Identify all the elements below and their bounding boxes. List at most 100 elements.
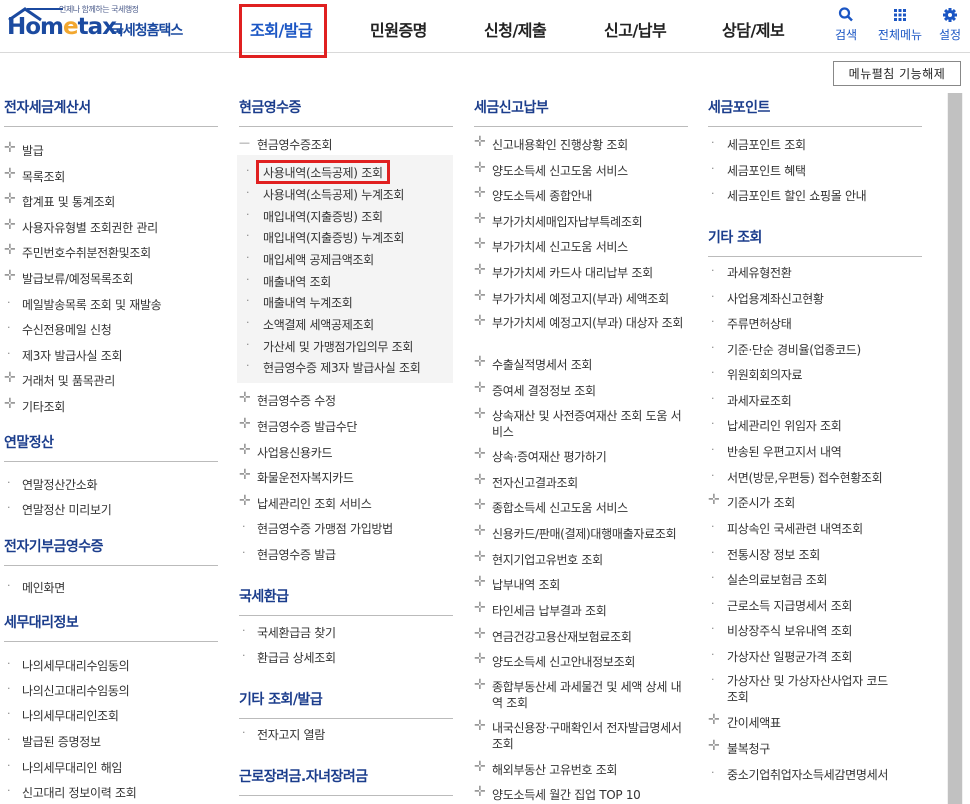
menu-item[interactable]: 발급 <box>22 142 44 159</box>
menu-item[interactable]: 양도소득세 신고도움 서비스 <box>492 162 628 179</box>
menu-item[interactable]: 메인화면 <box>22 579 65 596</box>
submenu-item[interactable]: 매입내역(지출증빙) 조회 <box>263 208 383 225</box>
menu-item[interactable]: 나의세무대리인 해임 <box>22 759 122 776</box>
menu-item[interactable]: 위원회회의자료 <box>727 366 802 383</box>
menu-item[interactable]: 연말정산간소화 <box>22 476 97 493</box>
menu-item[interactable]: 사용자유형별 조회권한 관리 <box>22 219 158 236</box>
menu-item[interactable]: 증여세 결정정보 조회 <box>492 382 596 399</box>
menu-item[interactable]: 나의세무대리인조회 <box>22 707 119 724</box>
menu-item[interactable]: 반송된 우편고지서 내역 <box>727 443 842 460</box>
all-menu-button[interactable]: 전체메뉴 <box>874 6 926 43</box>
menu-item[interactable]: 납세관리인 조회 서비스 <box>257 495 372 512</box>
menu-item[interactable]: 주민번호수취분전환및조회 <box>22 244 151 261</box>
menu-item[interactable]: 부가가치세 예정고지(부과) 대상자 조회 <box>492 315 688 331</box>
menu-item[interactable]: 양도소득세 월간 집업 TOP 10 <box>492 786 641 803</box>
menu-item[interactable]: 종합소득세 신고도움 서비스 <box>492 499 628 516</box>
menu-item[interactable]: 신고대리 정보이력 조회 <box>22 784 137 801</box>
menu-item[interactable]: 양도소득세 종합안내 <box>492 187 592 204</box>
menu-item[interactable]: 내국신용장·구매확인서 전자발급명세서 조회 <box>492 720 688 752</box>
menu-item-cash-receipt-inquiry[interactable]: 현금영수증조회 <box>257 136 332 153</box>
menu-item[interactable]: 부가가치세매입자납부특례조회 <box>492 213 643 230</box>
menu-item[interactable]: 기타조회 <box>22 398 65 415</box>
menu-item[interactable]: 사업용계좌신고현황 <box>727 290 824 307</box>
menu-item[interactable]: 상속·증여재산 평가하기 <box>492 448 607 465</box>
menu-item[interactable]: 수출실적명세서 조회 <box>492 356 592 373</box>
settings-button[interactable]: 설정 <box>936 6 964 43</box>
menu-item[interactable]: 중소기업취업자소득세감면명세서 <box>727 766 888 783</box>
scrollbar-thumb[interactable] <box>948 93 962 804</box>
submenu-item[interactable]: 현금영수증 제3자 발급사실 조회 <box>263 359 421 376</box>
menu-item[interactable]: 제3자 발급사실 조회 <box>22 347 123 364</box>
menu-item[interactable]: 나의신고대리수임동의 <box>22 682 130 699</box>
menu-item[interactable]: 신고내용확인 진행상황 조회 <box>492 136 628 153</box>
menu-item[interactable]: 피상속인 국세관련 내역조회 <box>727 520 863 537</box>
menu-item[interactable]: 부가가치세 카드사 대리납부 조회 <box>492 264 653 281</box>
menu-item[interactable]: 현금영수증 가맹점 가입방법 <box>257 520 393 537</box>
menu-item[interactable]: 간이세액표 <box>727 714 781 731</box>
nav-application-submission[interactable]: 신청/제출 <box>484 17 547 41</box>
menu-item[interactable]: 목록조회 <box>22 168 65 185</box>
menu-item[interactable]: 연금건강고용산재보험료조회 <box>492 628 632 645</box>
menu-item[interactable]: 가상자산 및 가상자산사업자 코드 조회 <box>727 673 897 705</box>
menu-item[interactable]: 기준·단순 경비율(업종코드) <box>727 341 861 358</box>
menu-item[interactable]: 납부내역 조회 <box>492 576 560 593</box>
menu-item[interactable]: 메일발송목록 조회 및 재발송 <box>22 296 162 313</box>
menu-item[interactable]: 납세관리인 위임자 조회 <box>727 417 842 434</box>
menu-item[interactable]: 현금영수증 발급수단 <box>257 418 357 435</box>
bullet-icon: · <box>711 766 715 779</box>
menu-item[interactable]: 발급된 증명정보 <box>22 733 101 750</box>
submenu-item[interactable]: 소액결제 세액공제조회 <box>263 316 374 333</box>
submenu-item[interactable]: 매입세액 공제금액조회 <box>263 251 374 268</box>
nav-report-payment[interactable]: 신고/납부 <box>604 17 667 41</box>
menu-item[interactable]: 서면(방문,우편등) 접수현황조회 <box>727 469 883 486</box>
submenu-item[interactable]: 가산세 및 가맹점가입의무 조회 <box>263 338 413 355</box>
menu-item[interactable]: 부가가치세 신고도움 서비스 <box>492 238 628 255</box>
menu-item[interactable]: 해외부동산 고유번호 조회 <box>492 761 617 778</box>
menu-item[interactable]: 실손의료보험금 조회 <box>727 571 827 588</box>
menu-item[interactable]: 환급금 상세조회 <box>257 649 336 666</box>
menu-item[interactable]: 거래처 및 품목관리 <box>22 372 115 389</box>
menu-item[interactable]: 가상자산 일평균가격 조회 <box>727 648 852 665</box>
menu-item[interactable]: 종합부동산세 과세물건 및 세액 상세 내역 조회 <box>492 679 688 711</box>
menu-item[interactable]: 합계표 및 통계조회 <box>22 193 115 210</box>
search-button[interactable]: 검색 <box>832 6 860 43</box>
submenu-item[interactable]: 매입내역(지출증빙) 누계조회 <box>263 229 404 246</box>
menu-item[interactable]: 부가가치세 예정고지(부과) 세액조회 <box>492 290 669 307</box>
menu-item[interactable]: 상속재산 및 사전증여재산 조회 도움 서비스 <box>492 408 688 440</box>
expand-plus-icon: ✛ <box>474 574 486 590</box>
collapse-menu-button[interactable]: 메뉴펼침 기능해제 <box>833 61 961 86</box>
hometax-logo[interactable]: 언제나 함께하는 국세행정 Hometax. 국세청홈택스 <box>5 4 190 46</box>
expand-plus-icon: ✛ <box>474 472 486 488</box>
menu-item[interactable]: 기준시가 조회 <box>727 494 795 511</box>
menu-item[interactable]: 전자고지 열람 <box>257 726 325 743</box>
submenu-item[interactable]: 사용내역(소득공제) 누계조회 <box>263 186 404 203</box>
menu-item[interactable]: 세금포인트 조회 <box>727 136 806 153</box>
menu-item[interactable]: 세금포인트 할인 쇼핑몰 안내 <box>727 187 867 204</box>
submenu-item[interactable]: 매출내역 조회 <box>263 273 331 290</box>
submenu-item[interactable]: 매출내역 누계조회 <box>263 294 353 311</box>
menu-item[interactable]: 과세유형전환 <box>727 264 792 281</box>
menu-item[interactable]: 사업용신용카드 <box>257 444 332 461</box>
menu-item[interactable]: 발급보류/예정목록조회 <box>22 270 133 287</box>
nav-civil-certificate[interactable]: 민원증명 <box>370 17 427 41</box>
menu-item[interactable]: 신용카드/판매(결제)대행매출자료조회 <box>492 525 677 542</box>
menu-item[interactable]: 전자신고결과조회 <box>492 474 578 491</box>
menu-item[interactable]: 현금영수증 발급 <box>257 546 336 563</box>
menu-item[interactable]: 세금포인트 혜택 <box>727 162 806 179</box>
menu-item[interactable]: 불복청구 <box>727 740 770 757</box>
menu-item[interactable]: 전통시장 정보 조회 <box>727 546 820 563</box>
nav-consult-report[interactable]: 상담/제보 <box>722 17 785 41</box>
menu-item[interactable]: 현금영수증 수정 <box>257 392 336 409</box>
menu-item[interactable]: 주류면허상태 <box>727 315 792 332</box>
menu-item[interactable]: 과세자료조회 <box>727 392 792 409</box>
menu-item[interactable]: 연말정산 미리보기 <box>22 501 112 518</box>
menu-item[interactable]: 화물운전자복지카드 <box>257 469 354 486</box>
menu-item[interactable]: 수신전용메일 신청 <box>22 321 112 338</box>
menu-item[interactable]: 나의세무대리수임동의 <box>22 657 130 674</box>
menu-item[interactable]: 양도소득세 신고안내정보조회 <box>492 653 635 670</box>
menu-item[interactable]: 국세환급금 찾기 <box>257 624 336 641</box>
menu-item[interactable]: 현지기업고유번호 조회 <box>492 551 603 568</box>
menu-item[interactable]: 근로소득 지급명세서 조회 <box>727 597 852 614</box>
menu-item[interactable]: 비상장주식 보유내역 조회 <box>727 622 852 639</box>
menu-item[interactable]: 타인세금 납부결과 조회 <box>492 602 607 619</box>
